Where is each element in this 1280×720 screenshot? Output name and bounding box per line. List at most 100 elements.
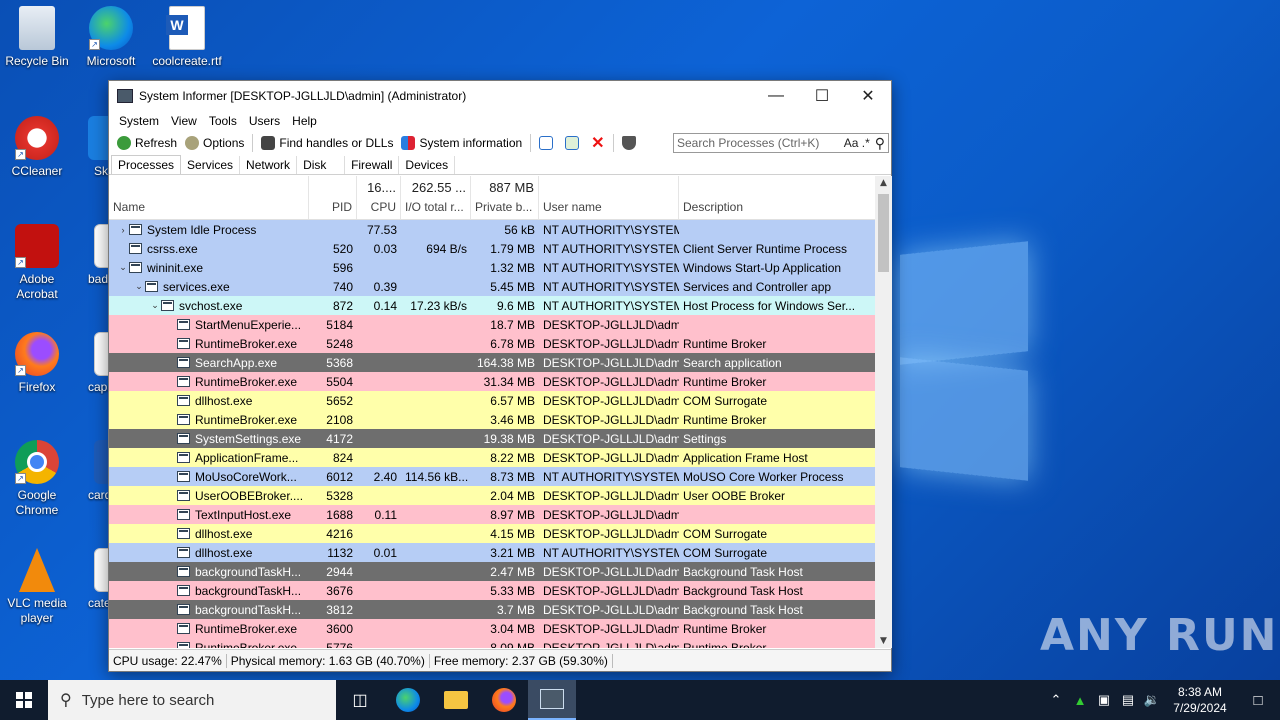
process-row[interactable]: UserOOBEBroker.... 5328 2.04 MB DESKTOP-JGL… [109, 486, 875, 505]
task-view-button[interactable]: ◫ [336, 680, 384, 720]
process-row[interactable]: csrss.exe 520 0.03 694 B/s 1.79 MB NT AUTHORI… [109, 239, 875, 258]
search-processes-input[interactable]: Search Processes (Ctrl+K) Aa .* ⚲ [673, 133, 889, 153]
tree-toggle[interactable]: ⌄ [149, 300, 161, 311]
window-button[interactable] [535, 136, 561, 150]
column-name[interactable]: Name [109, 176, 309, 219]
close-button[interactable]: ✕ [845, 81, 891, 111]
tree-toggle[interactable]: ⌄ [133, 281, 145, 292]
system-informer-window[interactable]: System Informer [DESKTOP-JGLLJLD\admin] … [108, 80, 892, 672]
desktop-icon-adobe-acrobat[interactable]: ↗ Adobe Acrobat [0, 224, 74, 302]
process-row[interactable]: backgroundTaskH... 3812 3.7 MB DESKTOP-JGLL… [109, 600, 875, 619]
process-tree[interactable]: Name PID 16.... CPU 262.55 ... I/O total r… [109, 176, 875, 648]
anyrun-watermark: ANY RUN [1040, 610, 1279, 661]
user-name-cell: DESKTOP-JGLLJLD\admi [543, 374, 679, 389]
menu-help[interactable]: Help [286, 114, 323, 128]
process-row[interactable]: dllhost.exe 1132 0.01 3.21 MB NT AUTHORITY\S… [109, 543, 875, 562]
process-row[interactable]: SearchApp.exe 5368 164.38 MB DESKTOP-JGLLJL… [109, 353, 875, 372]
desktop-icon-vlc[interactable]: VLC media player [0, 548, 74, 626]
system-information-button[interactable]: System information [397, 136, 526, 150]
process-row[interactable]: ⌄ services.exe 740 0.39 5.45 MB NT AUTHORITY\… [109, 277, 875, 296]
find-handles-button[interactable]: Find handles or DLLs [257, 136, 397, 150]
column-pid[interactable]: PID [309, 176, 357, 219]
process-row[interactable]: MoUsoCoreWork... 6012 2.40 114.56 kB... 8.73… [109, 467, 875, 486]
process-row[interactable]: RuntimeBroker.exe 5776 8.09 MB DESKTOP-JGLL… [109, 638, 875, 648]
tree-toggle[interactable]: › [117, 225, 129, 235]
chevron-up-icon[interactable]: ⌃ [1044, 692, 1068, 708]
process-row[interactable]: RuntimeBroker.exe 5248 6.78 MB DESKTOP-JGLL… [109, 334, 875, 353]
taskbar-file-explorer[interactable] [432, 680, 480, 720]
volume-icon[interactable]: 🔉 [1140, 692, 1164, 708]
network-icon[interactable]: ▤ [1116, 692, 1140, 708]
process-row[interactable]: RuntimeBroker.exe 5504 31.34 MB DESKTOP-JGL… [109, 372, 875, 391]
desktop-icon-firefox[interactable]: ↗ Firefox [0, 332, 74, 395]
desktop-icon-sk[interactable]: Sk [74, 116, 108, 179]
scroll-thumb[interactable] [878, 194, 889, 272]
toolbar: Refresh Options Find handles or DLLs Sys… [109, 131, 891, 155]
desktop-icon-ccleaner[interactable]: ↗ CCleaner [0, 116, 74, 179]
process-row[interactable]: ⌄ svchost.exe 872 0.14 17.23 kB/s 9.6 MB NT AU… [109, 296, 875, 315]
desktop-icon-edge[interactable]: ↗ Microsoft Edge [74, 6, 148, 68]
new-window-button[interactable] [561, 136, 587, 150]
process-row[interactable]: dllhost.exe 5652 6.57 MB DESKTOP-JGLLJLD\ad… [109, 391, 875, 410]
menu-tools[interactable]: Tools [203, 114, 243, 128]
scroll-up-arrow[interactable]: ▲ [875, 178, 892, 188]
process-row[interactable]: ⌄ wininit.exe 596 1.32 MB NT AUTHORITY\SYSTE… [109, 258, 875, 277]
process-row[interactable]: backgroundTaskH... 2944 2.47 MB DESKTOP-JGL… [109, 562, 875, 581]
column-description[interactable]: Description [679, 176, 875, 219]
tab-services[interactable]: Services [181, 156, 241, 174]
column-io-total[interactable]: 262.55 ... I/O total r... [401, 176, 471, 219]
desktop-icon-badlil[interactable]: badlil [74, 224, 108, 287]
menu-system[interactable]: System [113, 114, 165, 128]
start-button[interactable] [0, 680, 48, 720]
performance-graph-icon[interactable]: ▲ [1068, 693, 1092, 708]
column-private-bytes[interactable]: 887 MB Private b... [471, 176, 539, 219]
desktop-icon-cardfu[interactable]: cardfu [74, 440, 108, 503]
column-user-name[interactable]: User name [539, 176, 679, 219]
taskbar-search-box[interactable]: ⚲ Type here to search [48, 680, 336, 720]
pid-cell: 5328 [326, 488, 353, 503]
refresh-button[interactable]: Refresh [113, 136, 181, 150]
search-options[interactable]: Aa .* [842, 136, 872, 150]
desktop-icon-chrome[interactable]: ↗ Google Chrome [0, 440, 74, 518]
clock[interactable]: 8:38 AM 7/29/2024 [1164, 684, 1236, 716]
desktop-icon-coolcreate[interactable]: W coolcreate.rtf [150, 6, 224, 69]
process-row[interactable]: ApplicationFrame... 824 8.22 MB DESKTOP-JGL… [109, 448, 875, 467]
tree-toggle[interactable]: ⌄ [117, 262, 129, 273]
process-row[interactable]: backgroundTaskH... 3676 5.33 MB DESKTOP-JGL… [109, 581, 875, 600]
process-row[interactable]: RuntimeBroker.exe 3600 3.04 MB DESKTOP-JGLL… [109, 619, 875, 638]
column-cpu[interactable]: 16.... CPU [357, 176, 401, 219]
search-icon[interactable]: ⚲ [872, 135, 888, 152]
scroll-down-arrow[interactable]: ▼ [875, 636, 892, 646]
tab-network[interactable]: Network [240, 156, 298, 174]
user-name-cell: DESKTOP-JGLLJLD\admi [543, 412, 679, 427]
tab-processes[interactable]: Processes [111, 155, 182, 174]
shield-button[interactable] [618, 136, 644, 150]
process-row[interactable]: dllhost.exe 4216 4.15 MB DESKTOP-JGLLJLD\ad… [109, 524, 875, 543]
desktop-icon-categ[interactable]: categ [74, 548, 108, 611]
tab-firewall[interactable]: Firewall [345, 156, 400, 174]
process-row[interactable]: RuntimeBroker.exe 2108 3.46 MB DESKTOP-JGLL… [109, 410, 875, 429]
process-row[interactable]: SystemSettings.exe 4172 19.38 MB DESKTOP-JG… [109, 429, 875, 448]
maximize-button[interactable]: ☐ [799, 81, 845, 111]
menu-view[interactable]: View [165, 114, 203, 128]
tab-disk[interactable]: Disk [297, 156, 346, 174]
terminate-button[interactable]: ✕ [587, 133, 608, 153]
pid-cell: 3600 [326, 621, 353, 636]
minimize-button[interactable]: — [753, 81, 799, 111]
title-bar[interactable]: System Informer [DESKTOP-JGLLJLD\admin] … [109, 81, 891, 111]
taskbar-system-informer[interactable] [528, 680, 576, 720]
desktop-icon-recycle-bin[interactable]: Recycle Bin [0, 6, 74, 69]
process-row[interactable]: StartMenuExperie... 5184 18.7 MB DESKTOP-JG… [109, 315, 875, 334]
app-tray-icon[interactable]: ▣ [1092, 692, 1116, 708]
menu-users[interactable]: Users [243, 114, 286, 128]
tab-devices[interactable]: Devices [399, 156, 456, 174]
process-name: backgroundTaskH... [195, 602, 302, 617]
options-button[interactable]: Options [181, 136, 248, 150]
desktop-icon-capac[interactable]: capac [74, 332, 108, 395]
vertical-scrollbar[interactable]: ▲ ▼ [875, 176, 892, 648]
taskbar-edge[interactable] [384, 680, 432, 720]
process-row[interactable]: › System Idle Process 77.53 56 kB NT AUTHORI… [109, 220, 875, 239]
process-row[interactable]: TextInputHost.exe 1688 0.11 8.97 MB DESKTOP-… [109, 505, 875, 524]
taskbar-firefox[interactable] [480, 680, 528, 720]
notification-icon[interactable]: □ [1236, 692, 1280, 709]
